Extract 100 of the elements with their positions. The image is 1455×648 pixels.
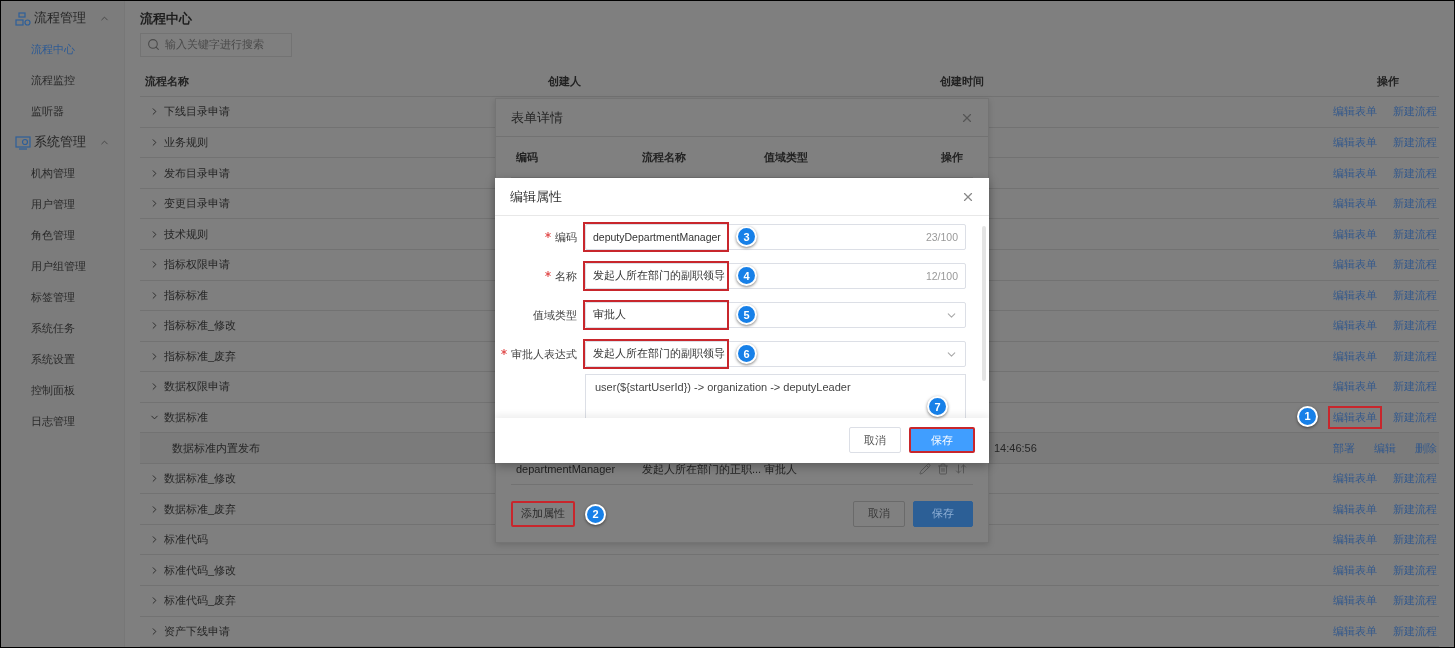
action-link[interactable]: 编辑表单: [1328, 222, 1382, 246]
column-header: 创建人: [547, 73, 582, 89]
sidebar-item[interactable]: 日志管理: [1, 406, 124, 437]
action-link[interactable]: 编辑表单: [1328, 619, 1382, 643]
menu-group[interactable]: 流程管理: [1, 3, 124, 34]
process-name: 数据标准_修改: [164, 471, 237, 487]
process-name: 数据标准_废弃: [164, 501, 237, 517]
sidebar-item[interactable]: 标签管理: [1, 282, 124, 313]
process-name: 标准代码: [164, 532, 208, 548]
select-field[interactable]: 审批人 5: [585, 302, 966, 328]
input-field[interactable]: deputyDepartmentManager 3 23/100: [585, 224, 966, 250]
action-link[interactable]: 新建流程: [1388, 375, 1442, 399]
action-link[interactable]: 新建流程: [1388, 161, 1442, 185]
edit-icon[interactable]: [919, 463, 931, 475]
chevron-right-icon[interactable]: [149, 503, 160, 515]
action-link[interactable]: 新建流程: [1388, 283, 1442, 307]
search-icon: [147, 38, 160, 52]
sidebar-item[interactable]: 用户管理: [1, 189, 124, 220]
callout-number: 4: [736, 265, 757, 286]
action-link[interactable]: 新建流程: [1388, 497, 1442, 521]
action-link[interactable]: 新建流程: [1388, 528, 1442, 552]
action-link[interactable]: 新建流程: [1388, 467, 1442, 491]
column-header: 编码: [516, 149, 539, 165]
process-name: 数据标准内置发布: [172, 440, 260, 456]
column-header: 值域类型: [764, 149, 809, 165]
character-counter: 23/100: [925, 231, 958, 243]
process-name: 下线目录申请: [164, 104, 230, 120]
action-link[interactable]: 编辑表单: [1328, 100, 1382, 124]
cancel-button[interactable]: 取消: [853, 500, 905, 527]
callout-number: 6: [736, 343, 757, 364]
action-link[interactable]: 编辑表单: [1328, 253, 1382, 277]
sort-icon[interactable]: [955, 463, 967, 475]
process-name: 变更目录申请: [164, 196, 230, 212]
process-name: 发布目录申请: [164, 165, 230, 181]
process-name: 指标标准: [164, 287, 208, 303]
sidebar-item[interactable]: 系统设置: [1, 344, 124, 375]
action-link[interactable]: 编辑表单: [1328, 467, 1382, 491]
process-name: 技术规则: [164, 226, 208, 242]
action-link[interactable]: 编辑表单: [1328, 497, 1382, 521]
sidebar-item[interactable]: 系统任务: [1, 313, 124, 344]
callout-number: 3: [736, 226, 757, 247]
table-cell-text: 发起人所在部门的正职...: [642, 461, 763, 477]
callout-number: 2: [585, 503, 606, 525]
action-link[interactable]: 新建流程: [1388, 405, 1442, 429]
sidebar-item[interactable]: 角色管理: [1, 220, 124, 251]
process-name: 指标标准_废弃: [164, 348, 237, 364]
save-button[interactable]: 保存: [913, 500, 973, 527]
input-field[interactable]: 发起人所在部门的副职领导 4 12/100: [585, 263, 966, 289]
menu-group-label: 流程管理: [34, 10, 86, 27]
column-header: 创建时间: [939, 73, 985, 89]
cancel-button[interactable]: 取消: [849, 427, 901, 453]
action-link[interactable]: 编辑表单: [1328, 283, 1382, 307]
dialog-title: 编辑属性: [510, 187, 562, 206]
action-link[interactable]: 新建流程: [1388, 619, 1442, 643]
menu-group-label: 系统管理: [34, 134, 86, 151]
action-link[interactable]: 新建流程: [1388, 192, 1442, 216]
monitor-icon: [15, 135, 31, 150]
action-link[interactable]: 编辑表单: [1328, 589, 1382, 613]
action-link[interactable]: 新建流程: [1388, 253, 1442, 277]
action-link[interactable]: 编辑表单: [1328, 314, 1382, 338]
sidebar-item[interactable]: 控制面板: [1, 375, 124, 406]
time-text: 14:46:56: [994, 442, 1037, 454]
action-link[interactable]: 新建流程: [1388, 222, 1442, 246]
column-header: 操作: [940, 149, 964, 165]
action-link[interactable]: 新建流程: [1388, 344, 1442, 368]
action-link[interactable]: 部署: [1328, 436, 1360, 460]
action-link[interactable]: 新建流程: [1388, 314, 1442, 338]
sidebar-item[interactable]: 机构管理: [1, 158, 124, 189]
action-link[interactable]: 新建流程: [1388, 589, 1442, 613]
process-name: 资产下线申请: [164, 623, 230, 639]
process-name: 数据标准: [164, 409, 208, 425]
sidebar-item[interactable]: 监听器: [1, 96, 124, 127]
delete-icon[interactable]: [937, 463, 949, 475]
action-link[interactable]: 编辑表单: [1328, 344, 1382, 368]
page-title: 流程中心: [140, 10, 193, 28]
action-link[interactable]: 编辑表单: [1328, 558, 1382, 582]
action-link[interactable]: 新建流程: [1388, 558, 1442, 582]
column-header: 流程名称: [144, 73, 190, 89]
action-link[interactable]: 编辑表单: [1328, 528, 1382, 552]
sidebar-item[interactable]: 流程监控: [1, 65, 124, 96]
process-name: 业务规则: [164, 135, 208, 151]
action-link[interactable]: 编辑表单: [1328, 375, 1382, 399]
callout-number: 7: [927, 396, 948, 417]
action-link[interactable]: 编辑表单: [1328, 131, 1382, 155]
select-field[interactable]: 发起人所在部门的副职领导 6: [585, 341, 966, 367]
menu-group[interactable]: 系统管理: [1, 127, 124, 158]
action-link[interactable]: 编辑: [1369, 436, 1401, 460]
action-link[interactable]: 新建流程: [1388, 131, 1442, 155]
field-label: 审批人表达式: [511, 347, 577, 360]
field-label: 名称: [555, 269, 577, 282]
process-name: 标准代码_修改: [164, 562, 237, 578]
action-link[interactable]: 新建流程: [1388, 100, 1442, 124]
field-label: 编码: [555, 230, 577, 243]
action-link[interactable]: 编辑表单: [1328, 192, 1382, 216]
action-link[interactable]: 编辑表单: [1328, 161, 1382, 185]
sidebar-item[interactable]: 用户组管理: [1, 251, 124, 282]
sidebar-item[interactable]: 流程中心: [1, 34, 124, 65]
process-name: 数据权限申请: [164, 379, 230, 395]
action-link[interactable]: 删除: [1410, 436, 1442, 460]
field-label: 值域类型: [533, 308, 577, 321]
